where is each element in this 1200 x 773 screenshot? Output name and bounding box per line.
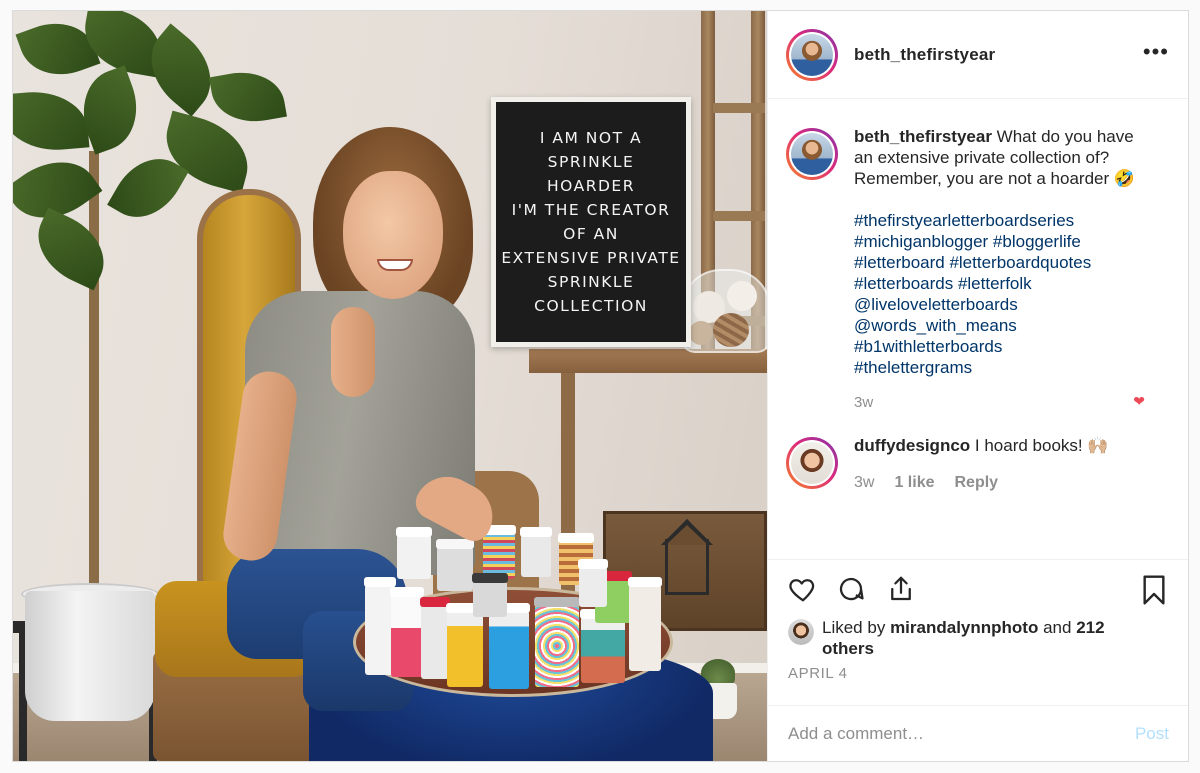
post-date[interactable]: APRIL 4 bbox=[788, 665, 848, 682]
letterboard-line: I'M THE CREATOR bbox=[511, 201, 671, 219]
decor-ball bbox=[727, 281, 757, 311]
ladder-rung bbox=[713, 211, 765, 221]
decor-ball bbox=[713, 313, 749, 347]
caption-timestamp[interactable]: 3w bbox=[854, 394, 1154, 411]
hashtag-line[interactable]: #letterboards #letterfolk bbox=[854, 273, 1154, 294]
planter bbox=[25, 591, 155, 721]
mention-link[interactable]: @words_with_means bbox=[854, 315, 1154, 336]
sprinkle-jar bbox=[446, 603, 484, 687]
comments-section[interactable]: beth_thefirstyear What do you have an ex… bbox=[768, 100, 1188, 558]
sprinkle-jar bbox=[520, 527, 552, 577]
bookmark-icon[interactable] bbox=[1140, 574, 1168, 606]
avatar[interactable] bbox=[791, 442, 833, 484]
likes-and: and bbox=[1043, 618, 1072, 637]
letterboard-line: SPRINKLE bbox=[547, 153, 635, 171]
hashtag-line[interactable]: #thefirstyearletterboardseries bbox=[854, 210, 1154, 231]
comment-text: duffydesignco I hoard books! 🙌🏼 bbox=[854, 435, 1154, 456]
avatar[interactable] bbox=[791, 33, 833, 76]
woman-arm bbox=[331, 307, 375, 397]
sprinkle-jar bbox=[472, 573, 508, 617]
sprinkle-jar bbox=[488, 603, 530, 689]
table-leg bbox=[561, 373, 575, 623]
story-ring[interactable] bbox=[786, 128, 838, 180]
caption-text: beth_thefirstyear What do you have an ex… bbox=[854, 126, 1154, 189]
hashtag-list: #thefirstyearletterboardseries #michigan… bbox=[854, 210, 1154, 378]
comment-username[interactable]: duffydesignco bbox=[854, 436, 970, 455]
header-username[interactable]: beth_thefirstyear bbox=[854, 45, 995, 65]
decor-ball bbox=[689, 321, 713, 345]
comment-body: duffydesignco I hoard books! 🙌🏼 3w 1 lik… bbox=[854, 435, 1154, 492]
letterboard-line: OF AN bbox=[563, 225, 619, 243]
caption: beth_thefirstyear What do you have an ex… bbox=[786, 126, 1171, 411]
sprinkle-jar bbox=[580, 609, 626, 683]
glass-bowl bbox=[681, 269, 767, 353]
letterboard-line: I AM NOT A bbox=[539, 129, 643, 147]
avatar[interactable] bbox=[791, 133, 833, 175]
liker-username[interactable]: mirandalynnphoto bbox=[890, 618, 1038, 637]
house-decor bbox=[665, 539, 709, 595]
post-photo[interactable]: I AM NOT A SPRINKLE HOARDER I'M THE CREA… bbox=[13, 11, 767, 761]
hashtag-line[interactable]: #b1withletterboards bbox=[854, 336, 1154, 357]
hashtag-line[interactable]: #letterboard #letterboardquotes bbox=[854, 252, 1154, 273]
letterboard: I AM NOT A SPRINKLE HOARDER I'M THE CREA… bbox=[491, 97, 691, 347]
caption-body: beth_thefirstyear What do you have an ex… bbox=[854, 126, 1154, 411]
mention-link[interactable]: @liveloveletterboards bbox=[854, 294, 1154, 315]
sprinkle-jar bbox=[396, 527, 432, 579]
story-ring[interactable] bbox=[786, 437, 838, 489]
sprinkle-jar bbox=[628, 577, 662, 671]
comment-likes[interactable]: 1 like bbox=[894, 474, 934, 492]
sprinkle-jar bbox=[420, 597, 450, 679]
likes-text: Liked by mirandalynnphoto and 212 others bbox=[822, 617, 1142, 659]
liker-avatar[interactable] bbox=[788, 619, 814, 645]
post-side-panel: beth_thefirstyear ••• beth_thefirstyear … bbox=[767, 11, 1188, 761]
sprinkle-jar bbox=[390, 587, 424, 677]
letterboard-line: EXTENSIVE PRIVATE bbox=[501, 249, 681, 267]
hashtag-line[interactable]: #michiganblogger #bloggerlife bbox=[854, 231, 1154, 252]
sprinkle-jar bbox=[578, 559, 608, 607]
woman-face bbox=[343, 171, 443, 299]
like-heart-icon[interactable] bbox=[788, 574, 818, 604]
hashtag-line[interactable]: #thelettergrams bbox=[854, 357, 1154, 378]
comment-like-heart-icon[interactable]: ❤ bbox=[1133, 393, 1145, 410]
letterboard-line: SPRINKLE bbox=[547, 273, 635, 291]
ladder-rung bbox=[713, 103, 765, 113]
more-options-icon[interactable]: ••• bbox=[1143, 41, 1169, 63]
sprinkle-jar bbox=[534, 597, 580, 687]
letterboard-line: HOARDER bbox=[547, 177, 635, 195]
letterboard-line: COLLECTION bbox=[534, 297, 648, 315]
tree-trunk bbox=[89, 151, 99, 601]
comment-bubble-icon[interactable] bbox=[836, 574, 866, 604]
caption-username[interactable]: beth_thefirstyear bbox=[854, 127, 992, 146]
story-ring[interactable] bbox=[786, 28, 838, 81]
share-icon[interactable] bbox=[886, 574, 916, 604]
post-header: beth_thefirstyear ••• bbox=[768, 11, 1188, 99]
add-comment-input[interactable] bbox=[788, 723, 1135, 744]
post-comment-button[interactable]: Post bbox=[1135, 724, 1169, 744]
comment-meta: 3w 1 like Reply bbox=[854, 474, 1154, 492]
post-modal: I AM NOT A SPRINKLE HOARDER I'M THE CREA… bbox=[12, 10, 1189, 762]
add-comment-bar: Post bbox=[768, 705, 1188, 761]
comment-message: I hoard books! 🙌🏼 bbox=[974, 436, 1109, 455]
comment: duffydesignco I hoard books! 🙌🏼 3w 1 lik… bbox=[786, 435, 1171, 492]
reply-button[interactable]: Reply bbox=[954, 474, 998, 492]
comment-timestamp[interactable]: 3w bbox=[854, 474, 874, 492]
likes-summary: Liked by mirandalynnphoto and 212 others bbox=[788, 617, 1142, 659]
likes-prefix: Liked by bbox=[822, 618, 886, 637]
sprinkle-jar bbox=[436, 539, 474, 591]
